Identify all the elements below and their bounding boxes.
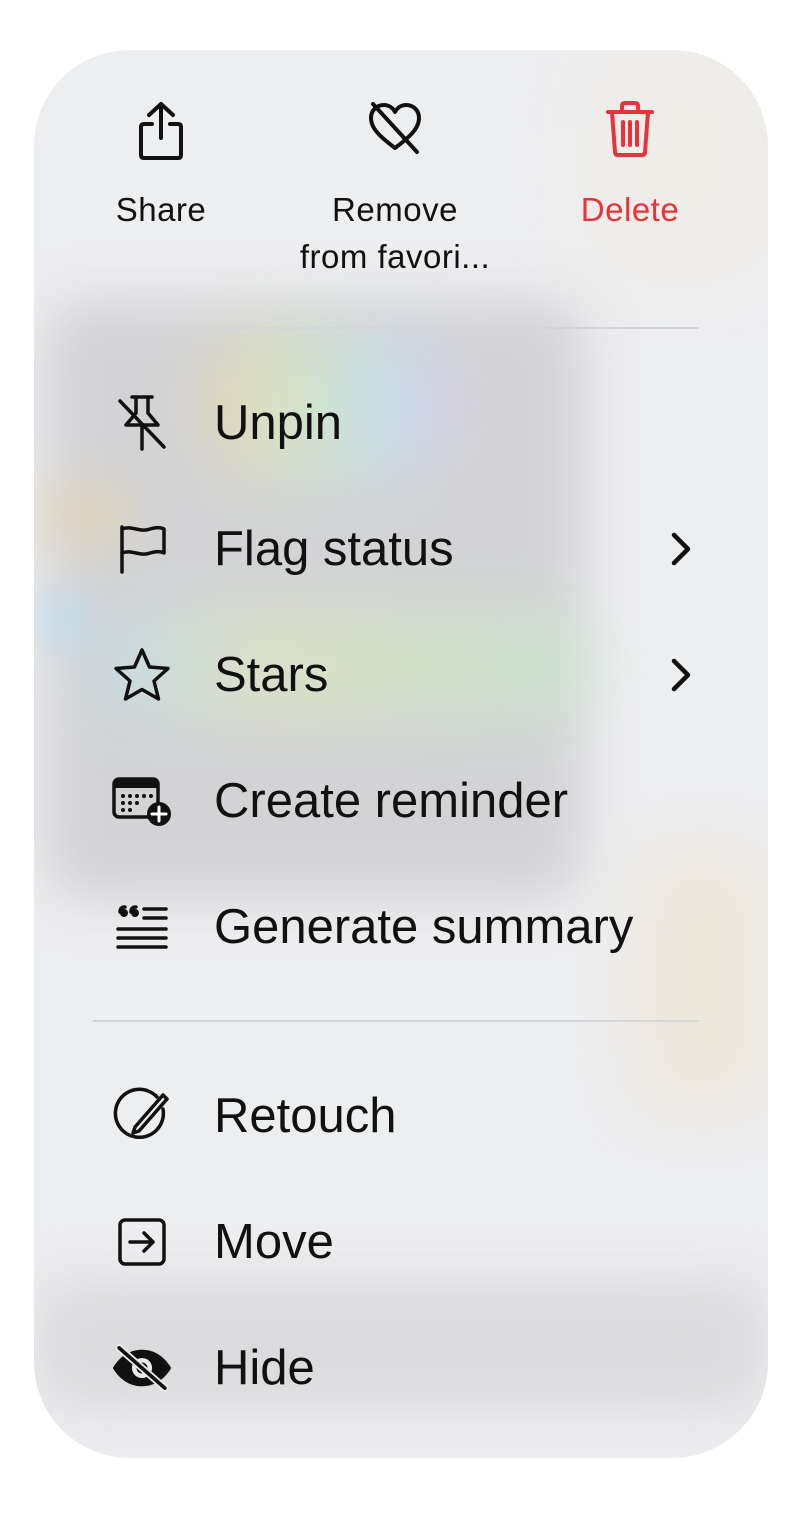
- menu-item-label: Hide: [214, 1341, 315, 1395]
- pin-slash-icon: [110, 391, 174, 455]
- remove-favorite-label-line1: Remove: [332, 191, 458, 228]
- menu-item-move[interactable]: Move: [34, 1192, 768, 1292]
- move-icon: [110, 1210, 174, 1274]
- menu-item-create-reminder[interactable]: Create reminder: [34, 751, 768, 851]
- menu-item-label: Move: [214, 1215, 334, 1269]
- share-label: Share: [115, 191, 207, 228]
- menu-item-label: Flag status: [214, 522, 454, 576]
- star-icon: [110, 643, 174, 707]
- delete-label: Delete: [580, 191, 680, 228]
- share-button[interactable]: Share: [61, 100, 261, 233]
- trash-icon: [530, 100, 730, 164]
- divider: [93, 327, 699, 329]
- menu-item-label: Generate summary: [214, 900, 634, 954]
- menu-item-stars[interactable]: Stars: [34, 625, 768, 725]
- menu-item-generate-summary[interactable]: Generate summary: [34, 877, 768, 977]
- quote-summary-icon: [110, 895, 174, 959]
- divider: [93, 1020, 699, 1022]
- remove-favorite-label: Remove from favori...: [295, 186, 495, 280]
- calendar-add-icon: [110, 769, 174, 833]
- chevron-right-icon: [671, 658, 691, 692]
- eye-slash-icon: [110, 1336, 174, 1400]
- chevron-right-icon: [671, 532, 691, 566]
- menu-item-flag-status[interactable]: Flag status: [34, 499, 768, 599]
- menu-item-retouch[interactable]: Retouch: [34, 1066, 768, 1166]
- remove-favorite-label-line2: from favori...: [299, 238, 491, 275]
- menu-item-label: Stars: [214, 648, 329, 702]
- delete-button[interactable]: Delete: [530, 100, 730, 233]
- menu-item-label: Retouch: [214, 1089, 397, 1143]
- menu-item-label: Create reminder: [214, 774, 569, 828]
- retouch-icon: [110, 1084, 174, 1148]
- context-menu: Share Remove from favori... Delete Unpin…: [34, 50, 768, 1458]
- remove-from-favorites-button[interactable]: Remove from favori...: [295, 100, 495, 280]
- menu-item-unpin[interactable]: Unpin: [34, 373, 768, 473]
- quick-actions-row: Share Remove from favori... Delete: [34, 50, 768, 320]
- heart-slash-icon: [295, 100, 495, 164]
- menu-item-hide[interactable]: Hide: [34, 1318, 768, 1418]
- flag-icon: [110, 517, 174, 581]
- menu-item-label: Unpin: [214, 396, 343, 450]
- share-icon: [61, 100, 261, 164]
